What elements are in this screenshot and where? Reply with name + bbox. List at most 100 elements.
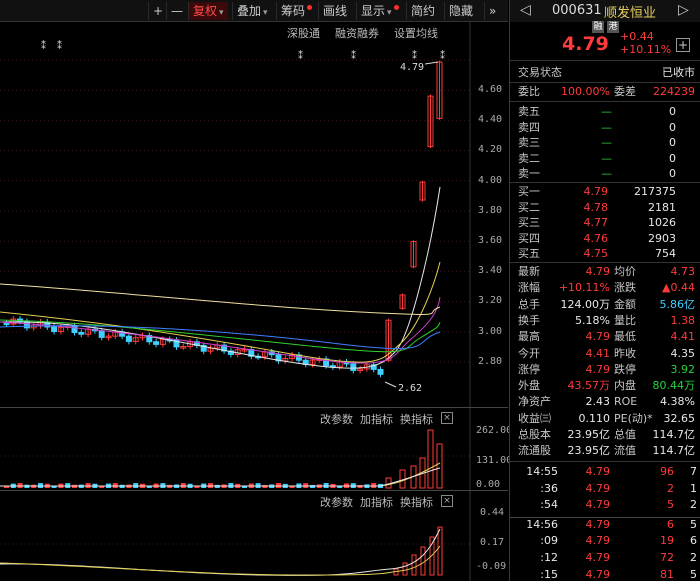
ind-switch-indicator-button[interactable]: 换指标 <box>400 494 433 510</box>
huaxian-button[interactable]: 画线 <box>318 2 351 20</box>
tick-count: 2 <box>690 498 697 512</box>
sell-level-price: — <box>601 105 612 118</box>
weibi-value: 100.00% <box>561 85 610 98</box>
ind-close-icon[interactable]: × <box>441 495 453 507</box>
buy-level-label: 买二 <box>518 200 540 214</box>
stat-label-2: 流值 <box>614 444 636 458</box>
collapse-icon[interactable]: » <box>484 2 500 20</box>
stat-row: 今开 4.41 昨收 4.35 <box>510 346 700 361</box>
buy-level-label: 买四 <box>518 231 540 245</box>
stat-value: 43.57万 <box>567 379 611 393</box>
stat-value-2: 3.92 <box>670 362 696 376</box>
stat-label: 流通股 <box>518 444 551 458</box>
rongzi-link[interactable]: 融资融券 <box>335 25 379 41</box>
diejia-button[interactable]: 叠加 ▾ <box>232 2 272 20</box>
tick-count: 5 <box>690 517 697 531</box>
sell-level-volume: 0 <box>669 167 676 180</box>
candle-body <box>71 325 78 333</box>
buy-level-price: 4.76 <box>583 231 609 245</box>
tick-volume: 72 <box>660 551 674 564</box>
buy-level-volume: 1026 <box>648 216 676 229</box>
stat-row: 收益㈢ 0.110 PE(动)* 32.65 <box>510 411 700 426</box>
stat-label-2: 内盘 <box>614 379 636 393</box>
sell-level-price: — <box>601 120 612 134</box>
tick-price: 4.79 <box>585 481 611 495</box>
vol-params-button[interactable]: 改参数 <box>320 411 353 427</box>
status-row: 交易状态 已收市 <box>510 65 700 80</box>
stat-label-2: ROE <box>614 395 638 409</box>
stat-row: 最新 4.79 均价 4.73 <box>510 264 700 279</box>
sell-level-price: — <box>601 136 612 149</box>
stat-row: 换手 5.18% 量比 1.38 <box>510 313 700 328</box>
stat-label-2: PE(动)* <box>614 411 653 425</box>
sell-level-label: 卖四 <box>518 120 540 134</box>
volume-ma-line <box>0 462 441 487</box>
collapse-left-icon[interactable]: ◁ <box>520 2 531 18</box>
candlestick-svg: ⁑ ⁑ ⁑ ⁑ ⁑ ⁑ <box>0 22 471 407</box>
tick-time: :09 <box>540 534 558 548</box>
buy-level-volume: 2181 <box>648 200 676 214</box>
tick-row: 14:55 4.79 96 7 <box>510 464 700 479</box>
shengutong-link[interactable]: 深股通 <box>287 25 320 41</box>
stat-label: 总股本 <box>518 428 551 441</box>
vol-close-icon[interactable]: × <box>441 412 453 424</box>
stat-value-2: 4.38% <box>660 395 695 409</box>
stat-value-2: 5.86亿 <box>659 297 696 311</box>
ind-params-button[interactable]: 改参数 <box>320 494 353 510</box>
chouma-label: 筹码 <box>281 4 306 18</box>
buy-level-volume: 754 <box>655 247 676 260</box>
vol-add-indicator-button[interactable]: 加指标 <box>360 411 393 427</box>
buy-level-volume: 2903 <box>648 231 676 245</box>
yincang-button[interactable]: 隐藏 <box>444 2 477 20</box>
jianyue-button[interactable]: 简约 <box>406 2 439 20</box>
fuquan-button[interactable]: 复权 ▾ <box>188 2 228 20</box>
tick-row: :12 4.79 72 2 <box>510 550 700 565</box>
sell-level-row: 卖四 — 0 <box>510 120 700 135</box>
price-axis-label: 2.80 <box>478 355 503 367</box>
expand-right-icon[interactable]: ▷ <box>678 2 689 18</box>
tick-volume: 19 <box>660 534 674 548</box>
macd-bar <box>402 562 408 576</box>
quote-header: ◁ 000631 顺发恒业 ▷ <box>510 0 700 22</box>
stat-label-2: 金额 <box>614 297 636 311</box>
price-axis-label: 4.40 <box>478 114 503 126</box>
xianshi-button[interactable]: 显示 ▾ <box>356 2 403 20</box>
stat-row: 外盘 43.57万 内盘 80.44万 <box>510 378 700 393</box>
stat-label-2: 跌停 <box>614 362 636 376</box>
price-axis-label: 3.00 <box>478 325 503 337</box>
moving-average-line <box>0 283 441 315</box>
chevron-down-icon: ▾ <box>219 8 224 18</box>
low-price-label: 2.62 <box>398 383 423 394</box>
tick-time: :54 <box>540 498 558 512</box>
tick-count: 1 <box>690 481 697 495</box>
chevron-down-icon: ▾ <box>387 8 392 18</box>
sell-level-label: 卖二 <box>518 151 540 165</box>
candle-body <box>98 330 105 338</box>
event-marker-icon: ⁑ <box>440 49 445 62</box>
sell-level-label: 卖三 <box>518 136 540 149</box>
weicha-label: 委差 <box>614 85 636 98</box>
buy-level-row: 买四 4.76 2903 <box>510 231 700 246</box>
vol-axis-bottom: 0.00 <box>476 479 501 490</box>
stat-label-2: 总值 <box>614 428 636 441</box>
tick-time: :36 <box>540 481 558 495</box>
high-marker-line <box>424 61 439 65</box>
volume-bar <box>385 477 392 489</box>
stat-value: 4.79 <box>585 265 611 278</box>
vol-switch-indicator-button[interactable]: 换指标 <box>400 411 433 427</box>
tick-price: 4.79 <box>585 534 611 548</box>
zoom-out-button[interactable]: — <box>166 2 187 20</box>
zoom-in-button[interactable]: + <box>148 2 167 20</box>
stat-value: 2.43 <box>585 395 611 409</box>
add-watchlist-button[interactable]: + <box>676 38 690 52</box>
buy-level-label: 买五 <box>518 247 540 260</box>
macd-bar <box>437 526 443 576</box>
sell-level-volume: 0 <box>669 151 676 165</box>
candlestick-chart[interactable]: ⁑ ⁑ ⁑ ⁑ ⁑ ⁑ 深股通 融资融券 设置均线 4.79 2.62 4.60 4.40 4… <box>0 22 508 407</box>
ind-add-indicator-button[interactable]: 加指标 <box>360 494 393 510</box>
chouma-button[interactable]: 筹码 <box>276 2 316 20</box>
event-marker-icon: ⁑ <box>57 39 62 52</box>
ind-axis-mid: 0.17 <box>480 537 505 548</box>
ma-settings-link[interactable]: 设置均线 <box>394 25 438 41</box>
candle-body <box>153 341 160 345</box>
